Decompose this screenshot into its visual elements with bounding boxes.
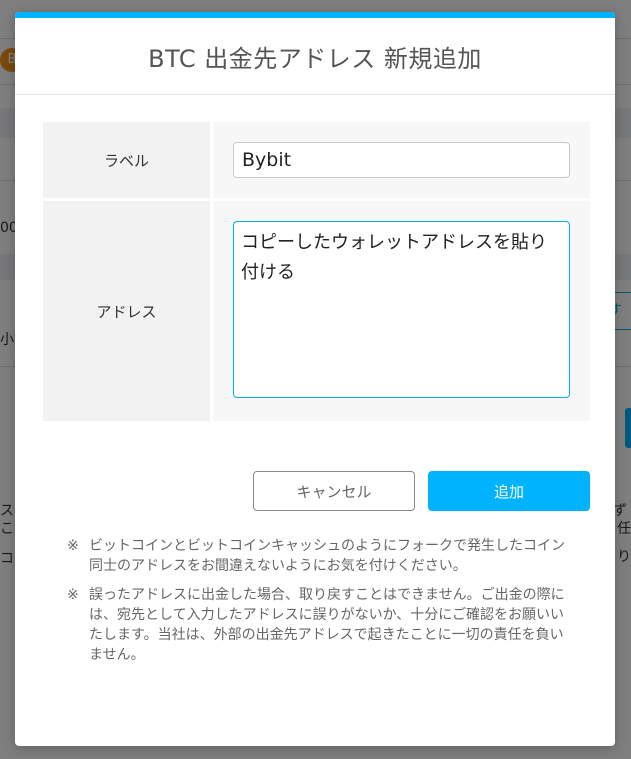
note-item: ※ 誤ったアドレスに出金した場合、取り戻すことはできません。ご出金の際には、宛先… (67, 585, 567, 665)
modal-title: BTC 出金先アドレス 新規追加 (148, 44, 482, 73)
note-mark: ※ (67, 538, 79, 554)
address-form: ラベル アドレス (43, 122, 590, 424)
label-field-cell (213, 122, 590, 198)
form-row-label: ラベル (43, 122, 590, 198)
note-text: 誤ったアドレスに出金した場合、取り戻すことはできません。ご出金の際には、宛先とし… (89, 587, 565, 663)
note-item: ※ ビットコインとビットコインキャッシュのようにフォークで発生したコイン同士のア… (67, 536, 567, 576)
cancel-button[interactable]: キャンセル (253, 471, 415, 511)
modal-header: BTC 出金先アドレス 新規追加 (15, 18, 615, 95)
address-field-cell (213, 201, 590, 421)
add-withdrawal-address-modal: BTC 出金先アドレス 新規追加 ラベル アドレス キャンセル 追加 ※ ビット… (15, 12, 615, 746)
form-row-address: アドレス (43, 201, 590, 421)
note-mark: ※ (67, 587, 79, 603)
address-textarea[interactable] (233, 221, 570, 398)
address-field-label: アドレス (43, 201, 210, 421)
note-text: ビットコインとビットコインキャッシュのようにフォークで発生したコイン同士のアドレ… (89, 538, 565, 574)
add-button[interactable]: 追加 (428, 471, 590, 511)
notes-list: ※ ビットコインとビットコインキャッシュのようにフォークで発生したコイン同士のア… (67, 536, 567, 674)
label-field-label: ラベル (43, 122, 210, 198)
label-input[interactable] (233, 142, 570, 178)
